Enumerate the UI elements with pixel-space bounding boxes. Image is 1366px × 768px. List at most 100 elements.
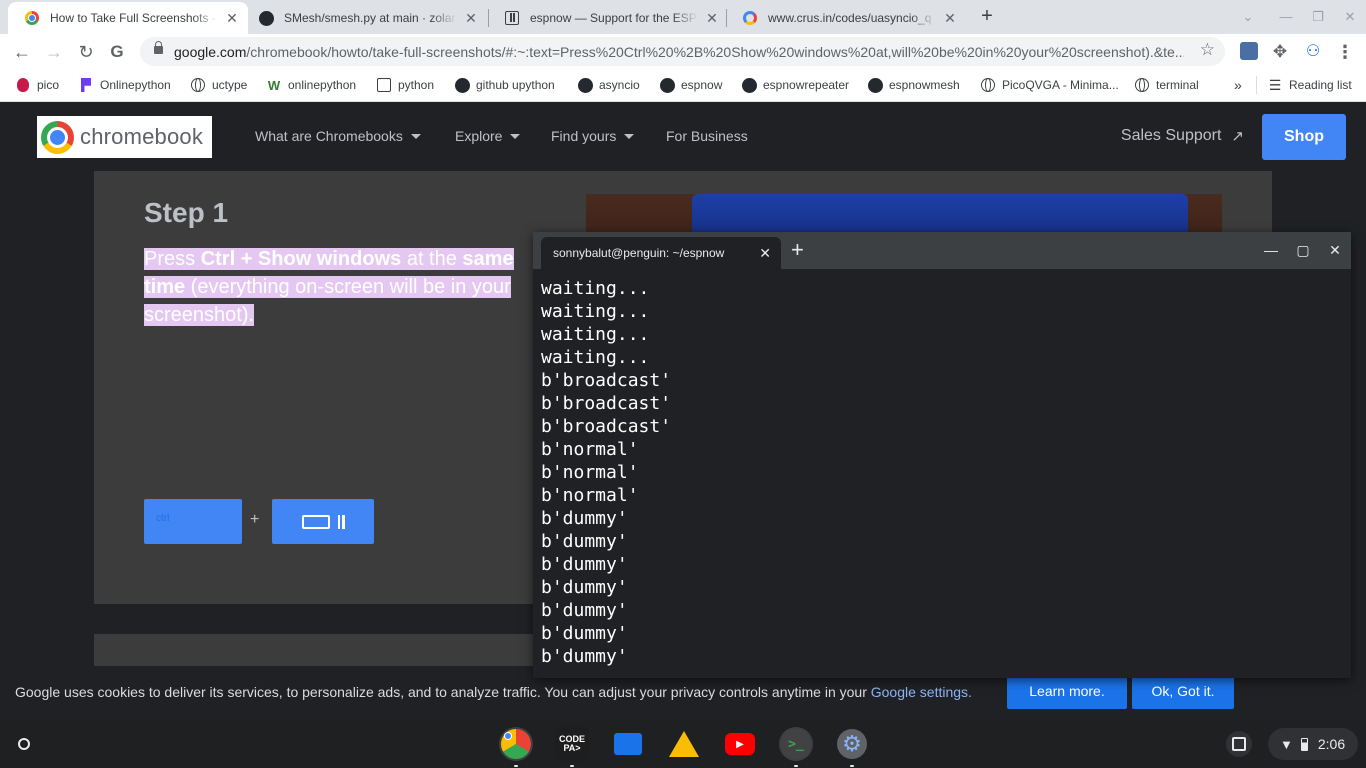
code-pad-icon[interactable]: CODE PA> <box>555 727 589 767</box>
bookmark-python[interactable]: python <box>376 76 434 94</box>
files-icon[interactable] <box>611 727 645 761</box>
step-description: Press Ctrl + Show windows at the same ti… <box>144 248 514 326</box>
close-icon[interactable]: ✕ <box>759 245 771 262</box>
terminal-line: b'dummy' <box>541 577 628 598</box>
plus-sign: + <box>250 511 260 528</box>
google-g-icon[interactable]: G <box>104 39 130 65</box>
close-window-icon[interactable]: ✕ <box>1325 240 1345 260</box>
system-tray[interactable]: ▼ 2:06 <box>1268 728 1358 760</box>
terminal-icon[interactable]: >_ <box>779 727 813 767</box>
nav-find-yours[interactable]: Find yours <box>551 128 635 144</box>
terminal-titlebar[interactable]: sonnybalut@penguin: ~/espnow ✕ + — ▢ ✕ <box>533 232 1351 269</box>
github-icon <box>454 77 470 93</box>
close-icon[interactable]: ✕ <box>463 10 479 26</box>
chrome-icon[interactable] <box>499 727 533 767</box>
settings-icon[interactable]: ⚙ <box>835 727 869 767</box>
globe-icon <box>980 77 996 93</box>
terminal-line: b'dummy' <box>541 623 628 644</box>
bookmark-espnowrepeater[interactable]: espnowrepeater <box>741 76 849 94</box>
tab-search-chevron-icon[interactable]: ⌄ <box>1238 7 1258 27</box>
bookmark-asyncio[interactable]: asyncio <box>577 76 640 94</box>
show-windows-key-graphic <box>272 499 374 544</box>
forward-arrow-icon[interactable]: → <box>41 39 67 65</box>
ok-got-it-button[interactable]: Ok, Got it. <box>1132 674 1234 709</box>
back-arrow-icon[interactable]: ← <box>9 39 35 65</box>
google-settings-link[interactable]: Google settings. <box>871 684 972 700</box>
w-icon: W <box>267 77 281 93</box>
lock-icon[interactable] <box>154 41 163 54</box>
bookmark-onlinepython[interactable]: Onlinepython <box>78 76 171 94</box>
close-icon[interactable]: ✕ <box>704 10 720 26</box>
launcher-button[interactable] <box>9 729 39 759</box>
github-icon <box>659 77 675 93</box>
minimize-icon[interactable]: — <box>1276 7 1296 27</box>
reading-list-button[interactable]: ☰ Reading list <box>1256 76 1352 94</box>
new-terminal-tab-button[interactable]: + <box>791 239 804 261</box>
terminal-tab[interactable]: sonnybalut@penguin: ~/espnow ✕ <box>541 237 781 269</box>
doc-icon <box>376 77 392 93</box>
bookmark-picoqvga[interactable]: PicoQVGA - Minima... <box>980 76 1119 94</box>
wifi-icon: ▼ <box>1280 736 1293 752</box>
browser-tabstrip: How to Take Full Screenshots - G ✕ SMesh… <box>0 0 1366 34</box>
bookmarks-bar: pico Onlinepython uctype Wonlinepython p… <box>0 69 1366 102</box>
bookmark-star-icon[interactable]: ☆ <box>1200 40 1215 60</box>
tab-smesh[interactable]: SMesh/smesh.py at main · zolar ✕ <box>242 2 487 34</box>
terminal-window[interactable]: sonnybalut@penguin: ~/espnow ✕ + — ▢ ✕ w… <box>533 232 1351 678</box>
restore-icon[interactable]: ❐ <box>1308 7 1328 27</box>
github-favicon <box>258 10 274 26</box>
bookmark-pico[interactable]: pico <box>15 76 59 94</box>
youtube-icon[interactable]: ▶ <box>723 727 757 761</box>
bookmark-terminal[interactable]: terminal <box>1134 76 1199 94</box>
clipboard-icon[interactable] <box>1226 731 1252 757</box>
caret-down-icon <box>510 133 521 139</box>
tab-title: How to Take Full Screenshots - G <box>50 11 218 25</box>
docs-favicon <box>504 10 520 26</box>
show-windows-icon <box>301 514 330 529</box>
launcher-circle-icon <box>18 738 30 750</box>
terminal-line: b'normal' <box>541 485 639 506</box>
url-text[interactable]: google.com/chromebook/howto/take-full-sc… <box>174 44 1184 60</box>
extension-image-icon[interactable] <box>1240 42 1258 60</box>
sales-support-link[interactable]: Sales Support ↗ <box>1121 127 1244 145</box>
nav-for-business[interactable]: For Business <box>666 128 748 144</box>
crus-favicon <box>742 10 758 26</box>
chromeos-shelf: CODE PA> ▶ >_ ⚙ ▼ 2:06 <box>0 720 1366 768</box>
nav-what-are-chromebooks[interactable]: What are Chromebooks <box>255 128 421 144</box>
nav-explore[interactable]: Explore <box>455 128 521 144</box>
terminal-output[interactable]: waiting... waiting... waiting... waiting...… <box>541 277 1341 672</box>
bookmarks-overflow-chevron[interactable]: » <box>1234 76 1242 94</box>
close-icon[interactable]: ✕ <box>224 10 240 26</box>
tab-title: espnow — Support for the ESP-N <box>530 11 698 25</box>
drive-icon[interactable] <box>667 727 701 761</box>
puzzle-extensions-icon[interactable]: ✥ <box>1267 39 1293 65</box>
ctrl-key-graphic: ctrl <box>144 499 242 544</box>
shop-button[interactable]: Shop <box>1262 114 1346 160</box>
terminal-line: b'normal' <box>541 439 639 460</box>
minimize-icon[interactable]: — <box>1261 240 1281 260</box>
reload-icon[interactable]: ↻ <box>73 39 99 65</box>
bookmark-uctype[interactable]: uctype <box>190 76 247 94</box>
new-tab-button[interactable]: + <box>976 5 998 27</box>
external-arrow-icon: ↗ <box>1231 128 1244 145</box>
terminal-tab-title: sonnybalut@penguin: ~/espnow <box>553 246 725 260</box>
chrome-logo-icon <box>41 120 74 154</box>
globe-icon <box>1134 77 1150 93</box>
bookmark-github-upython[interactable]: github upython <box>454 76 555 94</box>
bookmark-espnowmesh[interactable]: espnowmesh <box>867 76 960 94</box>
tab-how-to-screenshots[interactable]: How to Take Full Screenshots - G ✕ <box>8 2 248 34</box>
site-header: chromebook What are Chromebooks Explore … <box>0 102 1366 171</box>
bookmark-onlinepython-w[interactable]: Wonlinepython <box>266 76 356 94</box>
close-icon[interactable]: ✕ <box>942 10 958 26</box>
more-menu-icon[interactable]: ⋮ <box>1332 39 1358 65</box>
learn-more-button[interactable]: Learn more. <box>1007 674 1127 709</box>
address-bar[interactable]: google.com/chromebook/howto/take-full-sc… <box>140 37 1225 66</box>
terminal-line: waiting... <box>541 324 650 345</box>
chromebook-logo[interactable]: chromebook <box>37 116 212 158</box>
tab-espnow-docs[interactable]: espnow — Support for the ESP-N ✕ <box>488 2 728 34</box>
tab-crus-uasyncio[interactable]: www.crus.in/codes/uasyncio_q ✕ <box>726 2 966 34</box>
maximize-icon[interactable]: ▢ <box>1293 240 1313 260</box>
battery-icon <box>1300 737 1308 751</box>
bookmark-espnow[interactable]: espnow <box>659 76 722 94</box>
close-window-icon[interactable]: ✕ <box>1340 7 1360 27</box>
profile-icon[interactable]: ⚇ <box>1300 39 1326 65</box>
